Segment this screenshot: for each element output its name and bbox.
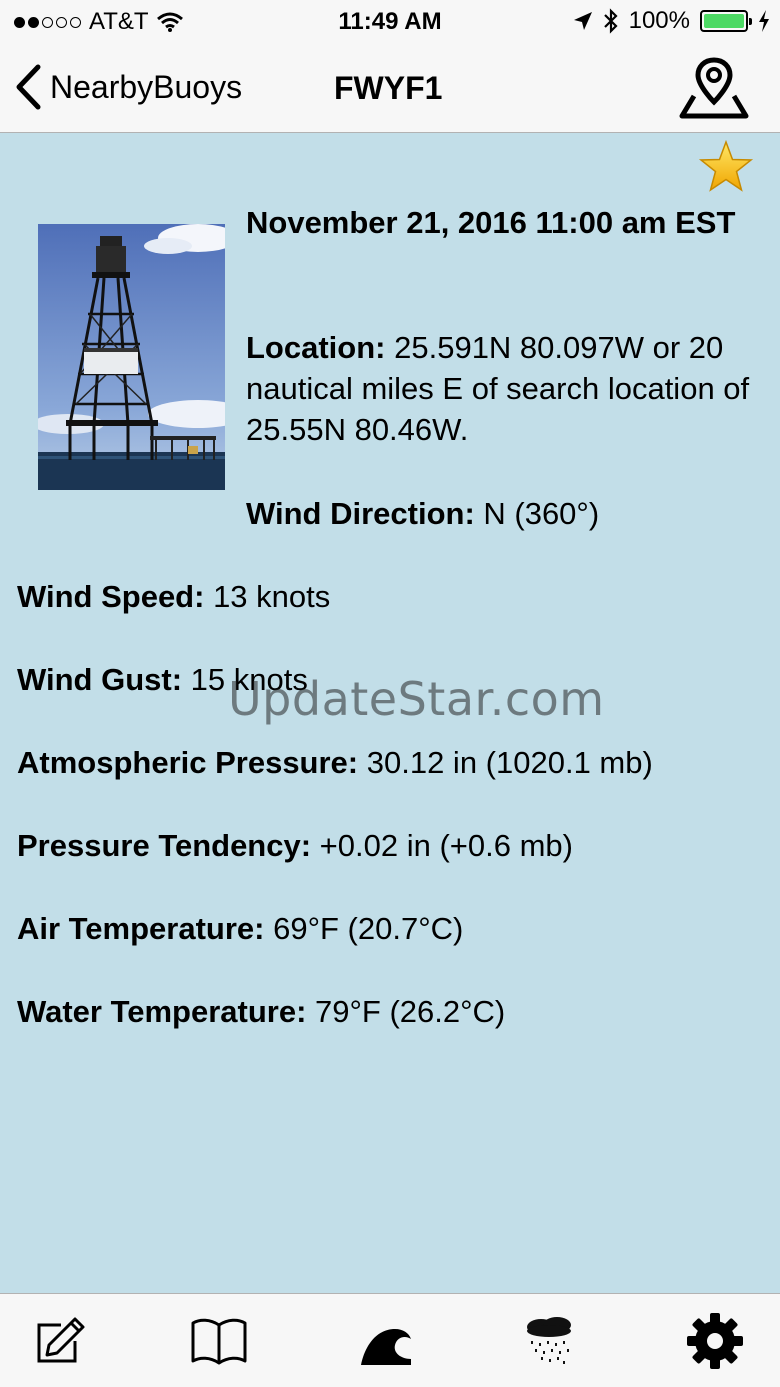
back-button[interactable]: NearbyBuoys [14,64,242,110]
page-title: FWYF1 [334,70,443,106]
pressure-info: Atmospheric Pressure: 30.12 in (1020.1 m… [17,742,653,783]
water-temperature-value: 79°F (26.2°C) [306,994,506,1029]
map-pin-icon [679,57,749,119]
status-left: AT&T [14,8,183,36]
air-temperature-value: 69°F (20.7°C) [264,911,464,946]
navigation-bar: NearbyBuoys FWYF1 [0,44,780,133]
battery-icon [700,10,752,32]
carrier-name: AT&T [89,8,149,35]
pressure-tendency-info: Pressure Tendency: +0.02 in (+0.6 mb) [17,825,573,866]
status-bar: AT&T 11:49 AM 100% [0,0,780,44]
gear-icon [687,1313,743,1369]
location-info: Location: 25.591N 80.097W or 20 nautical… [246,327,766,450]
charging-bolt-icon [759,10,769,32]
favorite-star-icon[interactable] [698,140,754,194]
map-button[interactable] [678,56,750,120]
open-book-icon [191,1318,247,1365]
wind-gust-value: 15 knots [182,662,308,697]
pressure-tendency-label: Pressure Tendency: [17,828,312,863]
water-temperature-info: Water Temperature: 79°F (26.2°C) [17,991,505,1032]
tab-bar [0,1293,780,1387]
wind-direction-label: Wind Direction: [246,496,475,531]
wind-speed-info: Wind Speed: 13 knots [17,576,330,617]
tab-settings[interactable] [682,1308,748,1374]
wind-direction-value: N (360°) [474,496,600,531]
wind-speed-value: 13 knots [204,579,331,614]
wifi-icon [156,12,183,32]
air-temperature-label: Air Temperature: [17,911,265,946]
wind-direction-info: Wind Direction: N (360°) [246,493,766,534]
buoy-station-photo [38,224,225,490]
air-temperature-info: Air Temperature: 69°F (20.7°C) [17,908,463,949]
chevron-left-icon [16,64,41,110]
tab-buoys[interactable] [352,1308,418,1374]
pressure-value: 30.12 in (1020.1 mb) [358,745,653,780]
wave-icon [361,1329,411,1365]
pressure-tendency-value: +0.02 in (+0.6 mb) [311,828,573,863]
bluetooth-icon [603,8,618,34]
battery-percent: 100% [628,7,690,34]
signal-strength-icon [14,16,81,28]
rain-cloud-icon [527,1317,571,1364]
location-label: Location: [246,330,386,365]
water-temperature-label: Water Temperature: [17,994,307,1029]
tab-weather[interactable] [516,1308,582,1374]
back-button-label: NearbyBuoys [50,68,243,105]
wind-gust-label: Wind Gust: [17,662,183,697]
tab-guide[interactable] [186,1308,252,1374]
status-right: 100% [573,7,770,35]
location-arrow-icon [573,12,592,30]
pressure-label: Atmospheric Pressure: [17,745,359,780]
wind-gust-info: Wind Gust: 15 knots [17,659,308,700]
edit-note-icon [37,1317,85,1363]
observation-datetime: November 21, 2016 11:00 am EST [246,205,736,240]
tab-notes[interactable] [26,1308,92,1374]
wind-speed-label: Wind Speed: [17,579,205,614]
